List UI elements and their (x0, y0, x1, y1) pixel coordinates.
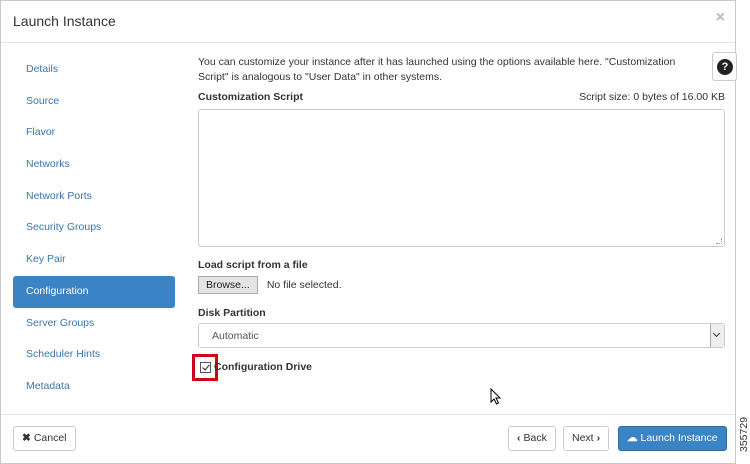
customization-script-textarea[interactable] (198, 109, 725, 247)
launch-instance-label: Launch Instance (640, 432, 718, 444)
customization-script-label: Customization Script (198, 91, 304, 103)
script-size-indicator: Script size: 0 bytes of 16.00 KB (579, 91, 725, 103)
figure-number: 355729 (738, 416, 750, 452)
dialog-header: Launch Instance × (1, 1, 735, 43)
dialog-title: Launch Instance (13, 13, 116, 29)
configuration-drive-checkbox[interactable] (200, 362, 211, 373)
wizard-sidebar: Details Source Flavor Networks Network P… (13, 54, 175, 403)
sidebar-item-details[interactable]: Details (13, 54, 175, 86)
sidebar-item-configuration[interactable]: Configuration (13, 275, 175, 308)
chevron-right-icon: › (596, 432, 601, 444)
cancel-button[interactable]: ✖ Cancel (13, 426, 76, 451)
sidebar-item-security-groups[interactable]: Security Groups (13, 212, 175, 244)
sidebar-item-metadata[interactable]: Metadata (13, 371, 175, 403)
file-input-row: Browse... No file selected. (198, 276, 342, 294)
mouse-cursor-icon (490, 388, 501, 405)
sidebar-item-flavor[interactable]: Flavor (13, 117, 175, 149)
next-button-label: Next (572, 432, 594, 444)
sidebar-item-scheduler-hints[interactable]: Scheduler Hints (13, 339, 175, 371)
file-status-text: No file selected. (266, 279, 342, 291)
launch-instance-button[interactable]: ☁ Launch Instance (618, 426, 727, 451)
sidebar-item-source[interactable]: Source (13, 86, 175, 118)
close-icon[interactable]: × (716, 9, 725, 27)
select-dropdown-button[interactable] (710, 324, 724, 347)
launch-instance-dialog: Launch Instance × Details Source Flavor … (0, 0, 737, 464)
back-button-label: Back (523, 432, 547, 444)
sidebar-item-networks[interactable]: Networks (13, 149, 175, 181)
configuration-panel: You can customize your instance after it… (192, 55, 726, 381)
cancel-button-label: Cancel (33, 432, 67, 444)
close-icon: ✖ (22, 432, 31, 444)
chevron-down-icon (712, 329, 721, 338)
checkmark-icon (202, 362, 210, 371)
disk-partition-value: Automatic (212, 330, 259, 342)
configuration-drive-label: Configuration Drive (214, 361, 313, 373)
next-button[interactable]: Next › (563, 426, 610, 451)
browse-button[interactable]: Browse... (198, 276, 258, 294)
script-label-row: Customization Script Script size: 0 byte… (198, 91, 725, 103)
disk-partition-label: Disk Partition (198, 307, 266, 319)
dialog-footer: ✖ Cancel ‹ Back Next › ☁ Launch Instance (1, 414, 735, 464)
sidebar-item-key-pair[interactable]: Key Pair (13, 244, 175, 276)
configuration-description: You can customize your instance after it… (198, 56, 676, 83)
sidebar-item-server-groups[interactable]: Server Groups (13, 308, 175, 340)
disk-partition-select[interactable]: Automatic (198, 323, 725, 348)
chevron-left-icon: ‹ (517, 432, 521, 444)
load-script-label: Load script from a file (198, 259, 308, 271)
cloud-upload-icon: ☁ (627, 432, 638, 444)
back-button[interactable]: ‹ Back (508, 426, 556, 451)
sidebar-item-network-ports[interactable]: Network Ports (13, 181, 175, 213)
